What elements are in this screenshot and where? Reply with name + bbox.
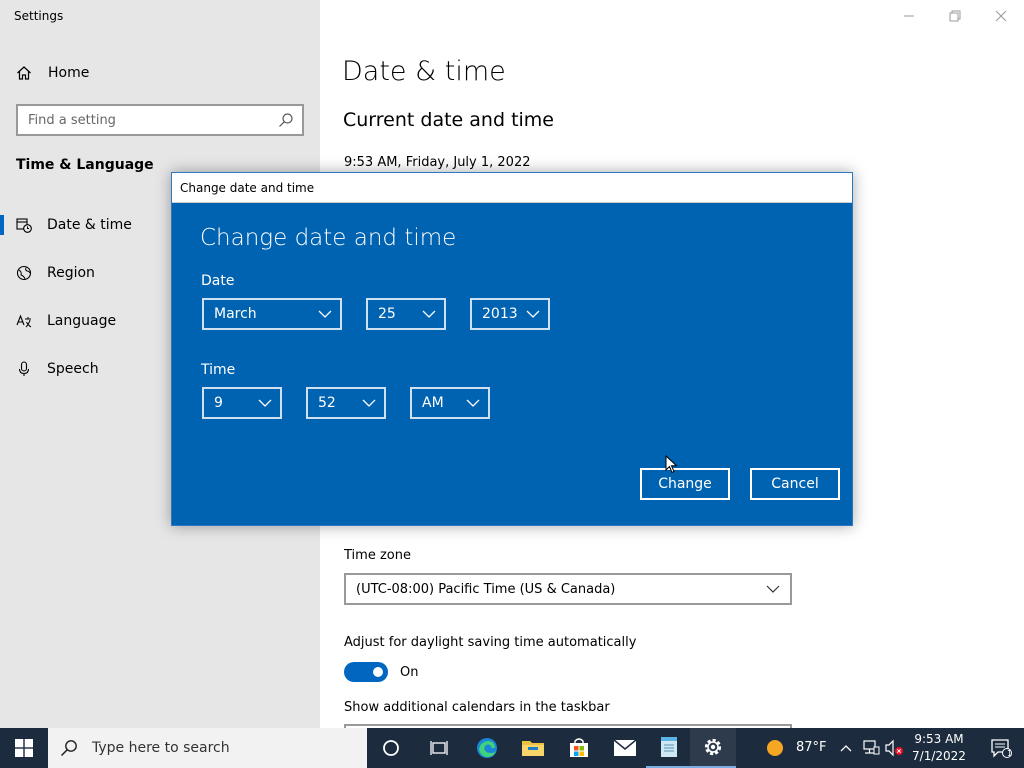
windows-logo-icon: [15, 739, 33, 757]
weather-sun-icon[interactable]: [766, 739, 784, 757]
setting-search-box[interactable]: [16, 104, 304, 136]
chevron-down-icon: [766, 585, 780, 593]
chevron-up-icon[interactable]: [840, 743, 852, 753]
sidebar-item-label: Date & time: [47, 217, 132, 233]
dialog-titlebar[interactable]: Change date and time: [172, 173, 852, 203]
clock-date: 7/1/2022: [912, 749, 966, 763]
app-title: Settings: [14, 9, 64, 23]
change-datetime-dialog: Change date and time Change date and tim…: [171, 172, 853, 526]
taskbar-search-box[interactable]: Type here to search: [48, 728, 367, 768]
timezone-select[interactable]: (UTC-08:00) Pacific Time (US & Canada): [344, 573, 792, 605]
mail-icon: [613, 739, 637, 756]
month-dropdown[interactable]: March: [202, 298, 342, 330]
close-icon: [995, 10, 1007, 22]
change-button[interactable]: Change: [640, 468, 730, 500]
chevron-down-icon: [466, 399, 480, 407]
action-center-button[interactable]: 1: [978, 728, 1024, 768]
chevron-down-icon: [422, 310, 436, 318]
clock-time: 9:53 AM: [914, 732, 964, 746]
language-icon: [16, 314, 32, 328]
notepad-button[interactable]: [646, 728, 692, 768]
sidebar-item-label: Region: [47, 265, 95, 281]
dialog-heading: Change date and time: [200, 225, 457, 251]
taskbar-search-placeholder: Type here to search: [92, 740, 230, 756]
volume-muted-icon[interactable]: [884, 739, 904, 757]
cortana-button[interactable]: [368, 728, 414, 768]
toggle-knob: [373, 667, 383, 677]
day-value: 25: [378, 306, 396, 322]
globe-icon: [16, 265, 32, 281]
sidebar-item-label: Speech: [47, 361, 99, 377]
mouse-cursor-icon: [665, 455, 678, 474]
section-title: Time & Language: [16, 157, 154, 173]
restore-icon: [949, 10, 961, 22]
dst-toggle[interactable]: [344, 662, 388, 682]
minimize-button[interactable]: [886, 0, 932, 32]
gear-icon: [704, 738, 722, 756]
restore-button[interactable]: [932, 0, 978, 32]
taskbar-clock[interactable]: 9:53 AM 7/1/2022: [904, 731, 974, 765]
calendars-label: Show additional calendars in the taskbar: [344, 700, 610, 715]
chevron-down-icon: [362, 399, 376, 407]
home-icon: [17, 66, 31, 80]
network-icon[interactable]: [862, 739, 880, 757]
month-value: March: [214, 306, 257, 322]
home-label: Home: [48, 65, 90, 81]
notification-badge: 1: [1007, 749, 1013, 758]
timezone-value: (UTC-08:00) Pacific Time (US & Canada): [356, 581, 616, 597]
sidebar-item-label: Language: [47, 313, 117, 329]
store-button[interactable]: [556, 728, 602, 768]
folder-icon: [522, 741, 544, 756]
year-dropdown[interactable]: 2013: [470, 298, 550, 330]
hour-value: 9: [214, 395, 223, 411]
mail-button[interactable]: [602, 728, 648, 768]
chevron-down-icon: [258, 399, 272, 407]
page-title: Date & time: [342, 56, 506, 87]
task-view-icon: [430, 741, 448, 755]
store-icon: [570, 738, 588, 757]
chevron-down-icon: [526, 310, 540, 318]
task-view-button[interactable]: [416, 728, 462, 768]
hour-dropdown[interactable]: 9: [202, 387, 282, 419]
sidebar-item-home[interactable]: Home: [16, 62, 89, 84]
current-datetime: 9:53 AM, Friday, July 1, 2022: [344, 155, 531, 170]
search-icon[interactable]: [278, 112, 294, 128]
search-icon: [60, 740, 77, 757]
time-label: Time: [201, 362, 236, 378]
notepad-icon: [661, 737, 677, 757]
dst-toggle-state: On: [400, 665, 419, 680]
minimize-icon: [904, 15, 914, 17]
section-subtitle: Current date and time: [343, 109, 554, 131]
taskbar: Type here to search 87°F 9:53 AM 7/1/202…: [0, 728, 1024, 768]
microphone-icon: [18, 361, 30, 376]
calendar-clock-icon: [16, 218, 32, 233]
ampm-value: AM: [422, 395, 444, 411]
cortana-icon: [383, 740, 399, 756]
close-button[interactable]: [978, 0, 1024, 32]
day-dropdown[interactable]: 25: [366, 298, 446, 330]
start-button[interactable]: [0, 728, 48, 768]
ampm-dropdown[interactable]: AM: [410, 387, 490, 419]
minute-value: 52: [318, 395, 336, 411]
timezone-label: Time zone: [344, 548, 411, 563]
edge-button[interactable]: [464, 728, 510, 768]
chevron-down-icon: [318, 310, 332, 318]
cancel-button[interactable]: Cancel: [750, 468, 840, 500]
dst-label: Adjust for daylight saving time automati…: [344, 635, 637, 650]
setting-search-input[interactable]: [18, 106, 268, 134]
minute-dropdown[interactable]: 52: [306, 387, 386, 419]
settings-taskbar-button[interactable]: [690, 728, 736, 768]
year-value: 2013: [482, 306, 518, 322]
weather-temperature[interactable]: 87°F: [796, 740, 827, 755]
date-label: Date: [201, 273, 235, 289]
file-explorer-button[interactable]: [510, 728, 556, 768]
edge-browser-icon: [477, 738, 497, 758]
